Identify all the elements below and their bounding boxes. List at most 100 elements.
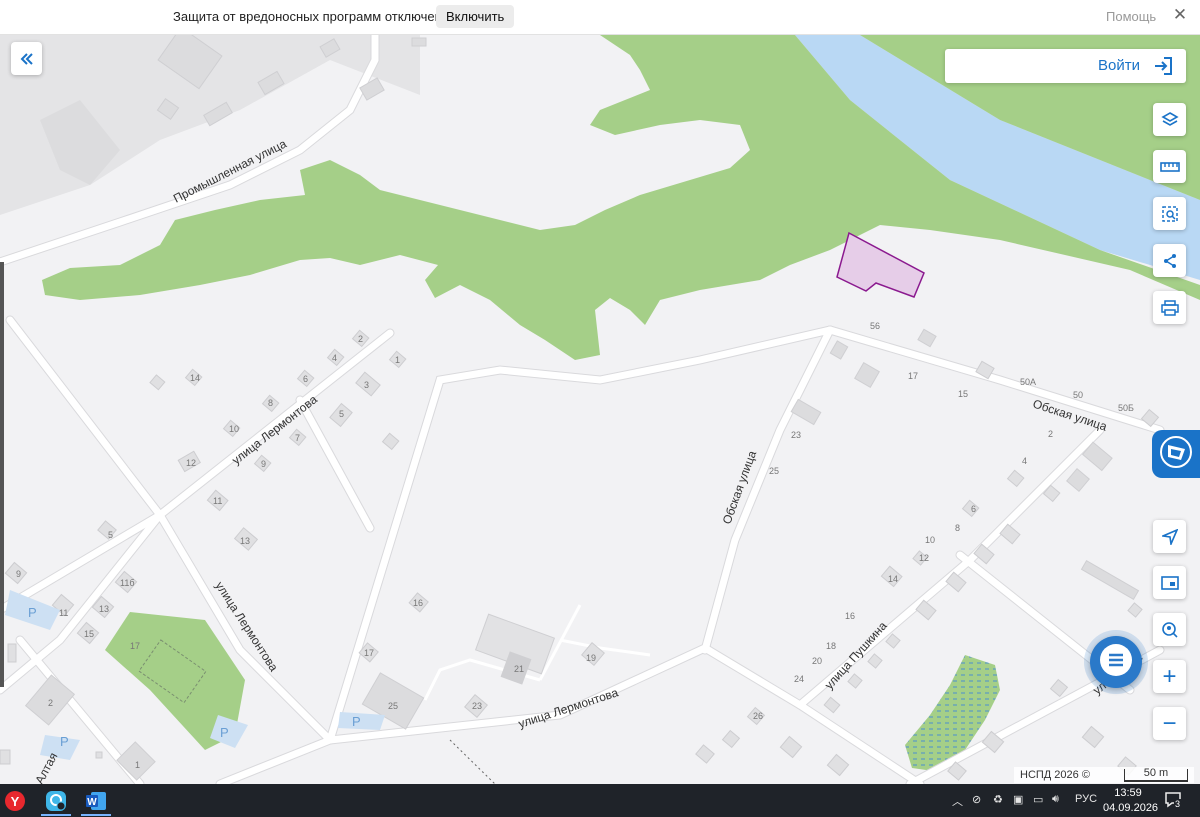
- svg-text:2: 2: [1048, 429, 1053, 439]
- system-clock[interactable]: 13:59 04.09.2026: [1103, 786, 1159, 816]
- svg-text:12: 12: [919, 553, 929, 563]
- enable-protection-button[interactable]: Включить: [436, 5, 515, 28]
- notification-bar: Защита от вредоносных программ отключена…: [0, 0, 1200, 35]
- parking-label: P: [352, 714, 361, 729]
- svg-text:25: 25: [388, 701, 398, 711]
- yandex-browser-icon: Y: [5, 790, 25, 811]
- chat-menu-icon: [1098, 642, 1134, 683]
- svg-text:6: 6: [971, 504, 976, 514]
- svg-text:1: 1: [135, 760, 140, 770]
- svg-text:8: 8: [955, 523, 960, 533]
- svg-text:20: 20: [812, 656, 822, 666]
- side-panel-tab[interactable]: [1152, 430, 1200, 478]
- map-attribution: НСПД 2026 © 50 m: [1014, 767, 1194, 783]
- svg-text:14: 14: [190, 373, 200, 383]
- parking-label: P: [28, 605, 37, 620]
- svg-text:50: 50: [1073, 390, 1083, 400]
- network-off-icon[interactable]: ⊘: [972, 793, 981, 806]
- notification-count: 3: [1174, 799, 1182, 809]
- svg-text:12: 12: [186, 458, 196, 468]
- svg-text:9: 9: [261, 459, 266, 469]
- svg-text:23: 23: [472, 701, 482, 711]
- close-icon[interactable]: ✕: [1170, 5, 1190, 25]
- layers-button[interactable]: [1153, 103, 1186, 136]
- login-label: Войти: [1098, 57, 1140, 74]
- help-link[interactable]: Помощь: [1106, 9, 1156, 24]
- area-select-icon: [1161, 205, 1179, 223]
- clock-time: 13:59: [1114, 787, 1142, 799]
- svg-text:2: 2: [358, 334, 363, 344]
- svg-text:7: 7: [295, 433, 300, 443]
- chat-button[interactable]: [1090, 636, 1142, 688]
- taskbar-yandex-browser[interactable]: Y: [0, 787, 30, 814]
- svg-text:18: 18: [826, 641, 836, 651]
- svg-text:Y: Y: [11, 794, 20, 809]
- svg-text:5: 5: [339, 409, 344, 419]
- screen-icon: [1160, 575, 1179, 590]
- svg-text:50А: 50А: [1020, 377, 1036, 387]
- parking-label: P: [60, 734, 69, 749]
- locate-button[interactable]: [1153, 520, 1186, 553]
- svg-text:15: 15: [958, 389, 968, 399]
- svg-text:24: 24: [794, 674, 804, 684]
- chevron-up-icon[interactable]: ︿: [952, 793, 963, 809]
- notification-message: Защита от вредоносных программ отключена: [173, 9, 450, 24]
- language-indicator[interactable]: РУС: [1075, 793, 1097, 805]
- collapse-panel-button[interactable]: [11, 42, 42, 75]
- measure-button[interactable]: [1153, 150, 1186, 183]
- layers-icon: [1160, 111, 1179, 129]
- svg-text:17: 17: [908, 371, 918, 381]
- login-button[interactable]: Войти: [945, 49, 1186, 83]
- svg-text:16: 16: [845, 611, 855, 621]
- zoom-out-label: −: [1162, 709, 1177, 737]
- svg-text:W: W: [87, 797, 97, 808]
- svg-text:10: 10: [925, 535, 935, 545]
- login-icon: [1155, 57, 1172, 75]
- svg-text:13: 13: [99, 604, 109, 614]
- map-canvas[interactable]: P P P P Промышленная улица улица Лермонт…: [0, 35, 1200, 784]
- taskbar-word[interactable]: W: [81, 787, 111, 814]
- svg-text:2: 2: [48, 698, 53, 708]
- svg-text:10: 10: [229, 424, 239, 434]
- copyright-text: НСПД 2026 ©: [1020, 769, 1090, 781]
- svg-text:14: 14: [888, 574, 898, 584]
- share-button[interactable]: [1153, 244, 1186, 277]
- svg-text:11: 11: [213, 496, 222, 506]
- notifications-button[interactable]: 3: [1163, 790, 1183, 810]
- parking-label: P: [220, 725, 229, 740]
- camera-icon[interactable]: ▣: [1013, 793, 1023, 806]
- svg-text:17: 17: [130, 641, 140, 651]
- navigation-arrow-icon: [1161, 528, 1178, 545]
- double-chevron-left-icon: [20, 52, 34, 66]
- taskbar-messenger[interactable]: [41, 787, 71, 814]
- share-icon: [1162, 253, 1178, 269]
- zoom-out-button[interactable]: −: [1153, 707, 1186, 740]
- svg-text:6: 6: [303, 374, 308, 384]
- area-select-button[interactable]: [1153, 197, 1186, 230]
- zoom-in-label: +: [1162, 662, 1177, 690]
- svg-text:50Б: 50Б: [1118, 403, 1134, 413]
- svg-text:5: 5: [108, 530, 113, 540]
- svg-text:25: 25: [769, 466, 779, 476]
- geo-search-button[interactable]: [1153, 613, 1186, 646]
- svg-text:15: 15: [84, 629, 94, 639]
- print-icon: [1160, 299, 1179, 316]
- scale-bar: 50 m: [1124, 768, 1188, 782]
- nspd-logo-icon: [1159, 435, 1193, 474]
- svg-text:26: 26: [753, 711, 763, 721]
- volume-icon[interactable]: 🔊︎: [1052, 793, 1059, 806]
- clock-date: 04.09.2026: [1103, 802, 1159, 814]
- svg-text:11: 11: [59, 608, 68, 618]
- zoom-in-button[interactable]: +: [1153, 660, 1186, 693]
- monitor-icon[interactable]: ▭: [1033, 793, 1043, 806]
- print-button[interactable]: [1153, 291, 1186, 324]
- svg-text:11б: 11б: [120, 578, 135, 588]
- screen-button[interactable]: [1153, 566, 1186, 599]
- svg-text:8: 8: [268, 398, 273, 408]
- messenger-icon: [46, 790, 66, 811]
- word-icon: W: [86, 791, 106, 810]
- svg-text:4: 4: [332, 353, 337, 363]
- svg-text:1: 1: [395, 355, 400, 365]
- sync-icon[interactable]: ♻: [993, 793, 1003, 806]
- left-panel-edge: [0, 262, 4, 687]
